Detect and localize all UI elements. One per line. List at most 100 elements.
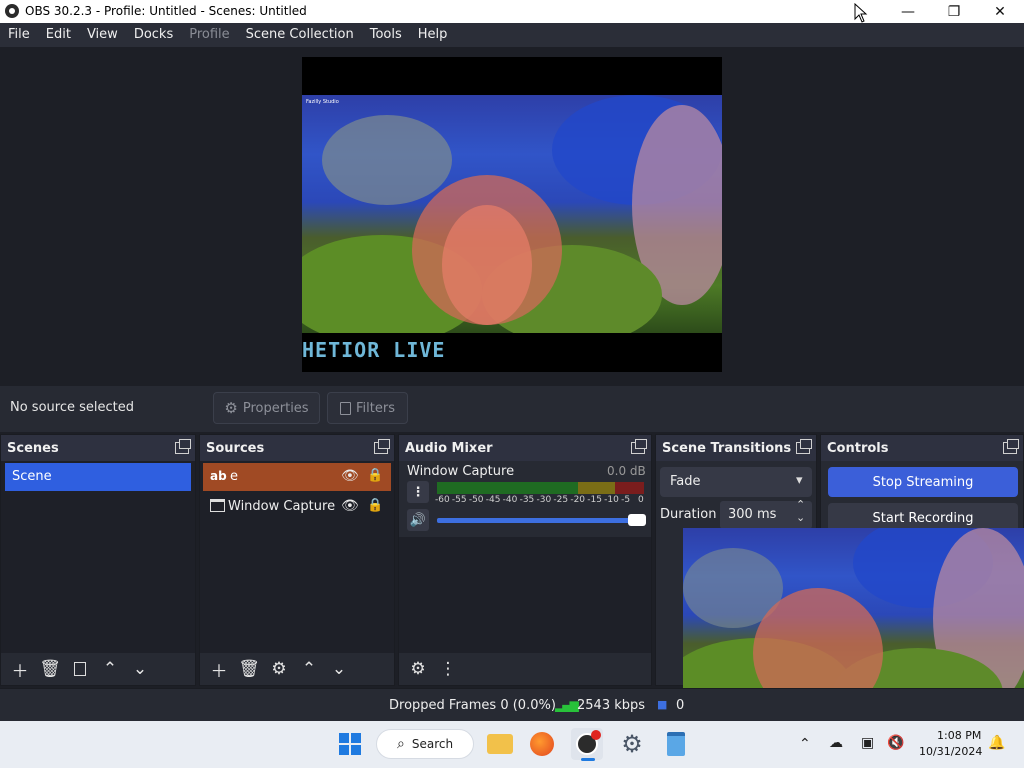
duration-spinbox[interactable]: 300 ms ⌃ ⌄	[720, 498, 812, 529]
undock-icon[interactable]	[374, 439, 390, 454]
scenes-title: Scenes	[7, 440, 59, 456]
dropdown-arrow-icon: ▾	[796, 473, 803, 488]
sources-title: Sources	[206, 440, 265, 456]
undock-icon[interactable]	[631, 439, 647, 454]
menu-profile[interactable]: Profile	[181, 23, 237, 47]
lock-icon[interactable]: 🔒	[367, 468, 383, 483]
settings-icon[interactable]: ⚙	[616, 728, 648, 760]
duration-label: Duration	[660, 507, 717, 522]
stop-streaming-button[interactable]: Stop Streaming	[828, 467, 1018, 497]
menu-edit[interactable]: Edit	[38, 23, 79, 47]
menu-tools[interactable]: Tools	[362, 23, 410, 47]
menu-file[interactable]: File	[0, 23, 38, 47]
source-properties-button[interactable]: ⚙	[266, 656, 292, 682]
volume-slider[interactable]	[437, 514, 646, 526]
mixer-menu-button[interactable]: ⋮	[435, 656, 461, 682]
properties-button[interactable]: ⚙ Properties	[213, 392, 320, 424]
network-icon[interactable]: ▣	[861, 735, 874, 751]
menu-scene-collection[interactable]: Scene Collection	[238, 23, 362, 47]
visibility-eye-icon[interactable]: 👁	[341, 498, 359, 514]
obs-taskbar-icon[interactable]	[571, 728, 603, 761]
lock-icon[interactable]: 🔒	[367, 498, 383, 513]
move-source-down-button[interactable]: ⌄	[326, 656, 352, 682]
maximize-button[interactable]: ❐	[931, 0, 977, 23]
remove-source-button[interactable]: 🗑	[236, 656, 262, 682]
menu-help[interactable]: Help	[410, 23, 456, 47]
scenes-dock: Scenes Scene ＋ 🗑 ⌃ ⌄	[0, 434, 196, 686]
menu-bar: File Edit View Docks Profile Scene Colle…	[0, 23, 1024, 47]
filters-icon	[340, 401, 352, 415]
source-item[interactable]: ab e 👁 🔒	[203, 463, 391, 491]
onedrive-icon[interactable]: ☁	[829, 735, 843, 751]
audio-scale-label: -60	[435, 495, 450, 505]
firefox-icon[interactable]	[526, 728, 558, 760]
add-source-button[interactable]: ＋	[206, 656, 232, 682]
notepad-icon[interactable]	[660, 728, 692, 760]
status-extra: 0	[676, 698, 685, 713]
undock-icon[interactable]	[175, 439, 191, 454]
audio-mixer-title: Audio Mixer	[405, 440, 493, 456]
scene-item[interactable]: Scene	[5, 463, 191, 491]
preview-video-image: Fazilly Studio	[302, 95, 722, 333]
chevron-up-icon[interactable]: ⌃	[796, 498, 805, 511]
recording-indicator-icon	[591, 730, 601, 740]
undock-icon[interactable]	[1003, 439, 1019, 454]
channel-level: 0.0 dB	[607, 464, 646, 478]
trash-icon: 🗑	[39, 659, 61, 679]
notification-bell-icon[interactable]: 🔔	[988, 735, 1005, 751]
audio-mixer-body: Window Capture 0.0 dB ⋮ -60 -55 -50 -45 -40-…	[399, 461, 651, 653]
window-title: OBS 30.2.3 - Profile: Untitled - Scenes:…	[25, 4, 307, 18]
audio-scale-label: -45	[485, 495, 501, 505]
audio-scale-label: 0	[638, 495, 644, 505]
volume-handle[interactable]	[628, 514, 646, 526]
move-source-up-button[interactable]: ⌃	[296, 656, 322, 682]
close-button[interactable]: ✕	[977, 0, 1023, 23]
visibility-eye-icon[interactable]: 👁	[341, 468, 359, 484]
scene-filters-button[interactable]	[67, 656, 93, 682]
volume-muted-icon[interactable]: 🔇	[887, 735, 904, 751]
gear-icon: ⚙	[271, 659, 287, 679]
preview-canvas[interactable]: Fazilly Studio	[302, 57, 722, 372]
chevron-up-tray-icon[interactable]: ⌃	[799, 736, 811, 752]
controls-title: Controls	[827, 440, 889, 456]
menu-docks[interactable]: Docks	[126, 23, 181, 47]
chevron-down-icon: ⌄	[132, 659, 148, 679]
audio-scale: -60 -55 -50 -45 -40 -35 -30 -25 -20 -15 -10 -5 0	[435, 495, 647, 507]
gears-icon: ⚙	[410, 659, 426, 679]
menu-view[interactable]: View	[79, 23, 126, 47]
bitrate: 2543 kbps	[577, 698, 646, 713]
move-scene-down-button[interactable]: ⌄	[127, 656, 153, 682]
move-scene-up-button[interactable]: ⌃	[97, 656, 123, 682]
mixer-settings-button[interactable]: ⚙	[405, 656, 431, 682]
vertical-dots-icon: ⋮	[411, 484, 425, 500]
add-scene-button[interactable]: ＋	[7, 656, 33, 682]
undock-icon[interactable]	[796, 439, 812, 454]
trash-icon: 🗑	[238, 659, 260, 679]
channel-menu-button[interactable]: ⋮	[407, 481, 429, 503]
mouse-cursor-icon	[854, 3, 868, 23]
preview-watermark: Fazilly Studio	[306, 99, 339, 105]
streaming-status-icon: ■	[657, 698, 668, 711]
taskbar-search[interactable]: ⌕ Search	[376, 729, 474, 759]
taskbar-time[interactable]: 1:08 PM	[937, 729, 981, 742]
filters-label: Filters	[356, 400, 395, 416]
taskbar-date[interactable]: 10/31/2024	[919, 745, 982, 758]
windows-start-icon[interactable]	[334, 728, 366, 760]
transition-select[interactable]: Fade ▾	[660, 467, 812, 497]
signal-bars-icon: ▂▄▆	[555, 698, 579, 712]
text-icon: ab	[210, 469, 227, 483]
scene-transitions-title: Scene Transitions	[662, 440, 792, 456]
mute-button[interactable]: 🔊	[407, 509, 429, 531]
file-explorer-icon[interactable]	[484, 728, 516, 760]
chevron-down-icon[interactable]: ⌄	[796, 511, 805, 524]
vertical-dots-icon: ⋮	[439, 659, 457, 679]
source-item[interactable]: Window Capture 👁 🔒	[203, 493, 391, 521]
audio-scale-label: -40	[502, 495, 518, 505]
chevron-up-icon: ⌃	[301, 659, 317, 679]
filters-button[interactable]: Filters	[327, 392, 408, 424]
audio-scale-label: -10	[604, 495, 619, 505]
audio-scale-label: -20	[570, 495, 586, 505]
remove-scene-button[interactable]: 🗑	[37, 656, 63, 682]
minimize-button[interactable]: —	[885, 0, 931, 23]
audio-scale-label: -50	[468, 495, 484, 505]
